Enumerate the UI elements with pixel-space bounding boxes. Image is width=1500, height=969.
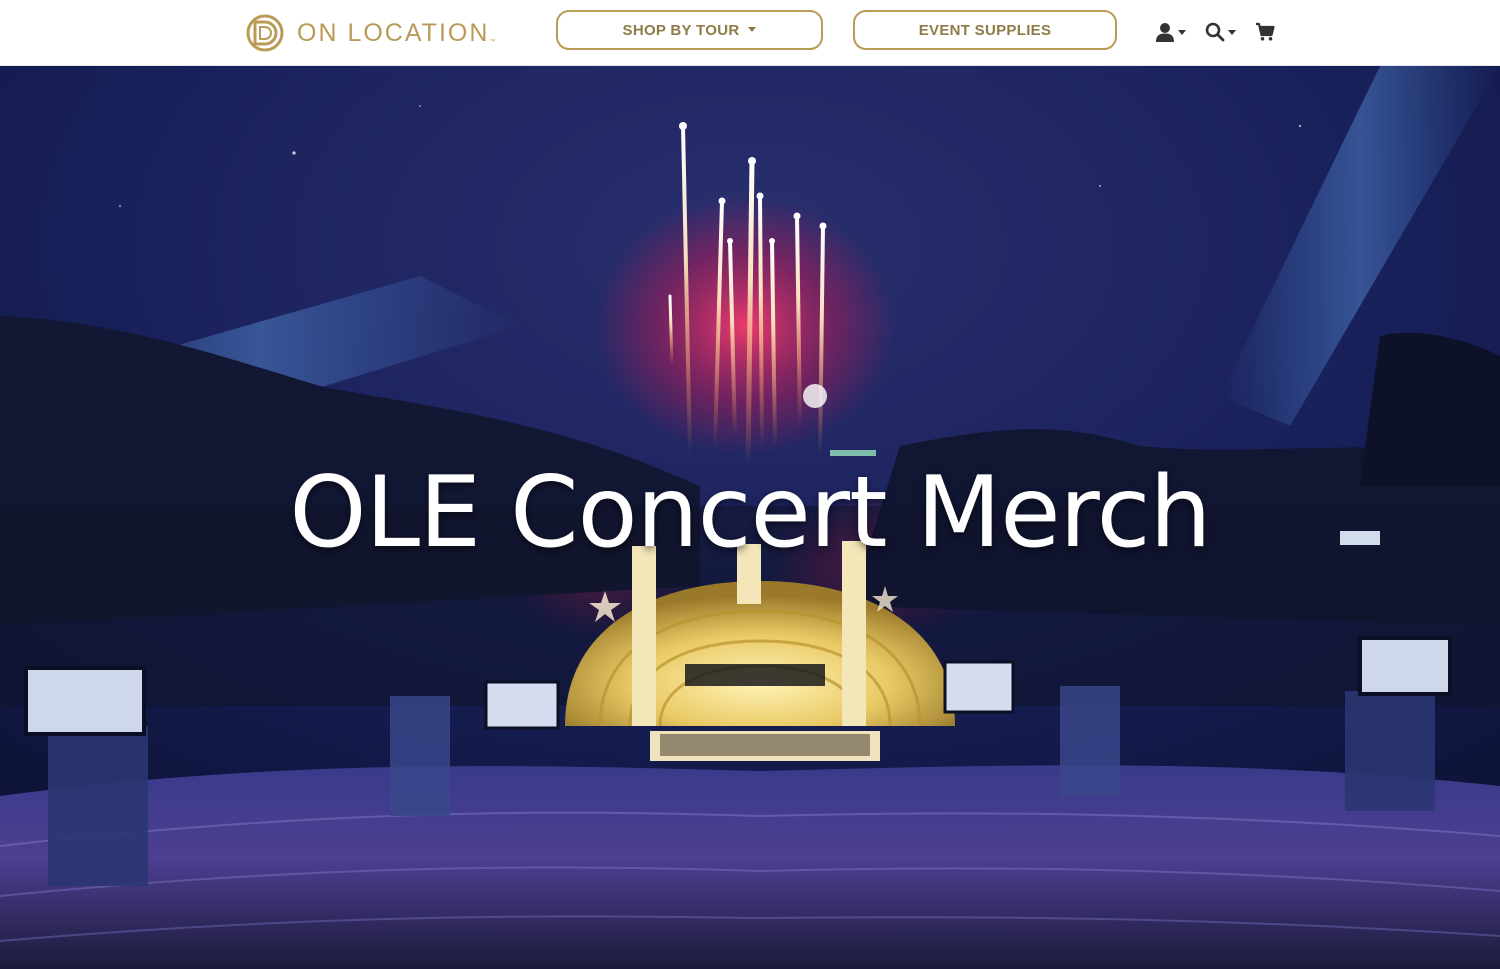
site-header: ON LOCATION ™ SHOP BY TOUR EVENT SUPPLIES [0, 0, 1500, 66]
user-icon [1156, 23, 1174, 42]
event-supplies-button[interactable]: EVENT SUPPLIES [853, 10, 1117, 50]
event-supplies-label: EVENT SUPPLIES [918, 21, 1052, 39]
hero-title: OLE Concert Merch [289, 456, 1211, 570]
user-caret-icon [1178, 29, 1186, 35]
search-toggle[interactable] [1205, 20, 1236, 44]
search-caret-icon [1228, 29, 1236, 35]
hero-banner: OLE Concert Merch [0, 66, 1500, 969]
logo-mark-icon [246, 14, 284, 52]
cart-icon [1256, 22, 1275, 41]
account-menu-toggle[interactable] [1155, 20, 1186, 44]
search-icon [1205, 22, 1225, 42]
shop-by-tour-label: SHOP BY TOUR [622, 21, 740, 39]
chevron-down-icon [748, 26, 757, 32]
shop-by-tour-button[interactable]: SHOP BY TOUR [556, 10, 823, 50]
site-logo[interactable]: ON LOCATION ™ [245, 13, 496, 53]
logo-text: ON LOCATION ™ [297, 18, 496, 47]
logo-trademark: ™ [489, 38, 496, 45]
cart-button[interactable] [1255, 20, 1275, 44]
